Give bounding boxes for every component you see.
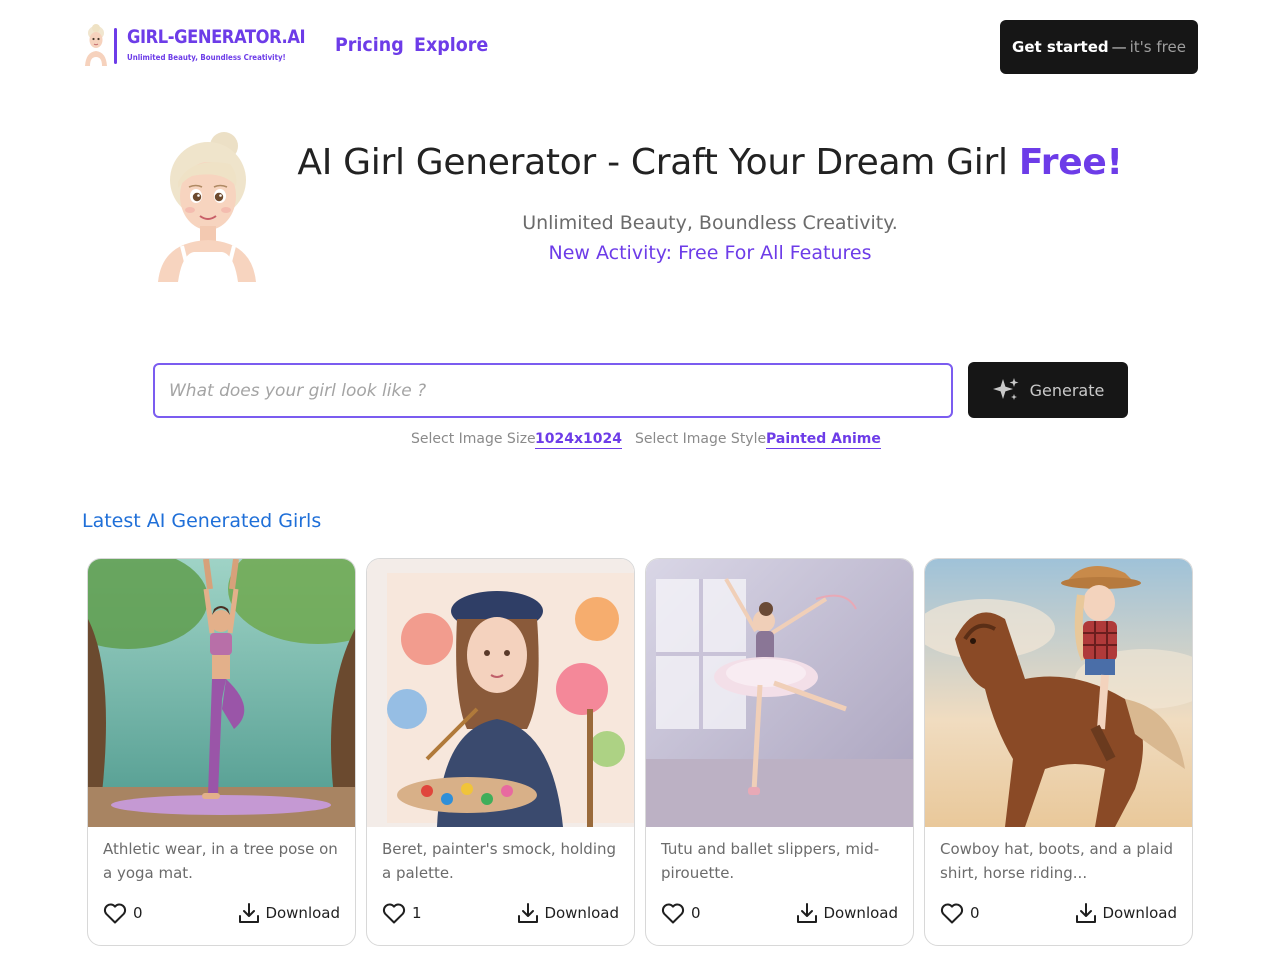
gallery-card[interactable]: Cowboy hat, boots, and a plaid shirt, ho… <box>924 558 1193 946</box>
logo-divider <box>114 28 117 64</box>
image-style-select[interactable]: Painted Anime <box>766 431 881 449</box>
download-button[interactable]: Download <box>796 901 898 925</box>
heart-icon <box>382 903 406 924</box>
image-description: Tutu and ballet slippers, mid-pirouette. <box>661 840 880 882</box>
gallery-title: Latest AI Generated Girls <box>82 510 322 532</box>
generated-image[interactable] <box>367 559 634 827</box>
like-count: 0 <box>133 904 143 922</box>
page-title-main: AI Girl Generator - Craft Your Dream Gir… <box>297 142 1008 183</box>
page-title: AI Girl Generator - Craft Your Dream Gir… <box>230 142 1190 183</box>
heart-icon <box>940 903 964 924</box>
prompt-input[interactable] <box>153 363 953 418</box>
download-icon <box>239 903 260 923</box>
gallery-card[interactable]: Beret, painter's smock, holding a palett… <box>366 558 635 946</box>
cta-main-label: Get started <box>1012 38 1109 56</box>
download-label: Download <box>823 904 898 922</box>
cta-secondary-label: it's free <box>1129 38 1186 56</box>
image-size-select[interactable]: 1024x1024 <box>535 431 622 449</box>
download-icon <box>518 903 539 923</box>
download-button[interactable]: Download <box>517 901 619 925</box>
logo-girl-illustration <box>85 24 107 66</box>
site-header: GIRL-GENERATOR.AI Unlimited Beauty, Boun… <box>0 0 1280 94</box>
download-button[interactable]: Download <box>238 901 340 925</box>
sparkle-icon <box>992 378 1019 400</box>
cta-separator: — <box>1111 38 1127 56</box>
hero-activity-notice: New Activity: Free For All Features <box>548 242 872 264</box>
download-label: Download <box>1102 904 1177 922</box>
like-button[interactable]: 0 <box>103 901 143 925</box>
gallery-card[interactable]: Athletic wear, in a tree pose on a yoga … <box>87 558 356 946</box>
download-label: Download <box>265 904 340 922</box>
brand-tagline: Unlimited Beauty, Boundless Creativity! <box>127 53 286 62</box>
image-style-label: Select Image Style <box>635 431 767 447</box>
generate-button[interactable]: Generate <box>968 362 1128 418</box>
generate-button-label: Generate <box>1029 380 1105 400</box>
like-count: 1 <box>412 904 422 922</box>
generation-options: Select Image Size 1024x1024 Select Image… <box>0 430 1280 452</box>
nav-pricing-link[interactable]: Pricing <box>335 34 404 56</box>
like-button[interactable]: 0 <box>661 901 701 925</box>
gallery-card[interactable]: Tutu and ballet slippers, mid-pirouette.… <box>645 558 914 946</box>
hero-subtitle: Unlimited Beauty, Boundless Creativity. <box>522 212 898 234</box>
get-started-button[interactable]: Get started — it's free <box>1000 20 1198 74</box>
image-size-label: Select Image Size <box>411 431 536 447</box>
like-button[interactable]: 0 <box>940 901 980 925</box>
like-button[interactable]: 1 <box>382 901 422 925</box>
brand-title: GIRL-GENERATOR.AI <box>127 26 306 48</box>
generated-image[interactable] <box>88 559 355 827</box>
like-count: 0 <box>691 904 701 922</box>
nav-explore-link[interactable]: Explore <box>414 34 488 56</box>
heart-icon <box>103 903 127 924</box>
generated-image[interactable] <box>925 559 1192 827</box>
brand-logo[interactable]: GIRL-GENERATOR.AI Unlimited Beauty, Boun… <box>82 24 312 68</box>
image-description: Cowboy hat, boots, and a plaid shirt, ho… <box>940 840 1174 882</box>
download-icon <box>797 903 818 923</box>
download-button[interactable]: Download <box>1075 901 1177 925</box>
heart-icon <box>661 903 685 924</box>
download-icon <box>1076 903 1097 923</box>
generated-image[interactable] <box>646 559 913 827</box>
like-count: 0 <box>970 904 980 922</box>
image-description: Beret, painter's smock, holding a palett… <box>382 840 617 882</box>
image-description: Athletic wear, in a tree pose on a yoga … <box>103 840 338 882</box>
download-label: Download <box>544 904 619 922</box>
page-title-accent: Free! <box>1018 142 1123 183</box>
